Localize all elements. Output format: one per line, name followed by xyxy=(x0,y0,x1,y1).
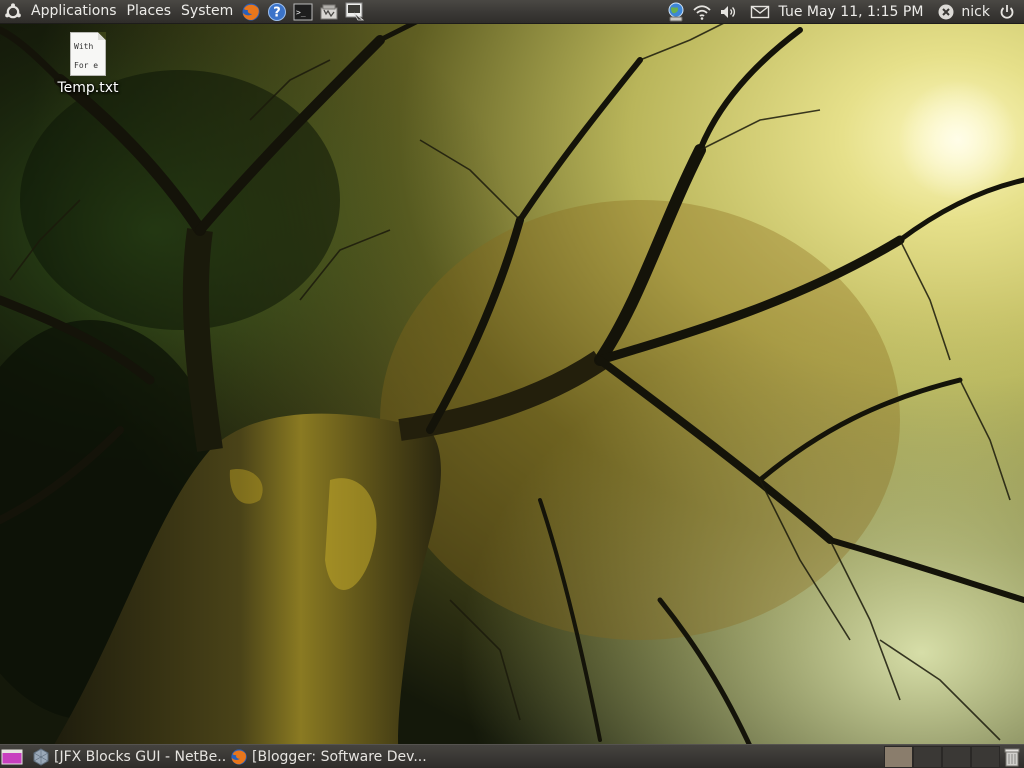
desktop-wallpaper xyxy=(0,0,1024,768)
file-preview-line: For e xyxy=(74,61,99,70)
trash-icon[interactable] xyxy=(1000,746,1024,768)
remote-desktop-icon[interactable] xyxy=(344,1,366,23)
workspace-3[interactable] xyxy=(942,745,971,768)
show-desktop-icon[interactable] xyxy=(0,746,24,768)
task-firefox-blogger[interactable]: [Blogger: Software Dev... xyxy=(226,746,426,768)
firefox-icon xyxy=(231,748,247,765)
menu-applications[interactable]: Applications xyxy=(26,0,122,24)
help-icon[interactable]: ? xyxy=(266,1,288,23)
text-file-icon[interactable]: With For e xyxy=(70,32,106,76)
wifi-icon[interactable] xyxy=(691,1,713,23)
volume-icon[interactable] xyxy=(717,1,739,23)
task-netbeans[interactable]: [JFX Blocks GUI - NetBe... xyxy=(28,746,226,768)
desktop-file-label[interactable]: Temp.txt xyxy=(52,80,124,96)
desktop-file-temp-txt[interactable]: With For e Temp.txt xyxy=(52,32,124,102)
menu-system[interactable]: System xyxy=(176,0,238,24)
user-name[interactable]: nick xyxy=(959,4,994,20)
mail-icon[interactable] xyxy=(749,1,771,23)
clock[interactable]: Tue May 11, 1:15 PM xyxy=(773,4,930,20)
workspace-2[interactable] xyxy=(913,745,942,768)
task-netbeans-label: [JFX Blocks GUI - NetBe... xyxy=(54,748,226,765)
netbeans-icon xyxy=(33,747,49,766)
user-status-icon[interactable] xyxy=(935,1,957,23)
svg-text:>_: >_ xyxy=(296,8,306,17)
desktop-screen: Applications Places System ? >_ Tue May … xyxy=(0,0,1024,768)
file-preview-line: With xyxy=(74,42,94,51)
top-panel: Applications Places System ? >_ Tue May … xyxy=(0,0,1024,24)
terminal-icon[interactable]: >_ xyxy=(292,1,314,23)
ubuntu-logo-icon[interactable] xyxy=(2,1,24,23)
screenshot-icon[interactable] xyxy=(318,1,340,23)
workspace-4[interactable] xyxy=(971,745,1000,768)
network-globe-icon[interactable] xyxy=(665,1,687,23)
task-firefox-label: [Blogger: Software Dev... xyxy=(252,748,426,765)
firefox-icon[interactable] xyxy=(240,1,262,23)
svg-text:?: ? xyxy=(273,5,281,20)
workspace-1[interactable] xyxy=(884,745,913,768)
menu-places[interactable]: Places xyxy=(122,0,177,24)
power-icon[interactable] xyxy=(996,1,1018,23)
bottom-panel: [JFX Blocks GUI - NetBe... [Blogger: Sof… xyxy=(0,744,1024,768)
workspace-switcher[interactable] xyxy=(884,745,1000,768)
